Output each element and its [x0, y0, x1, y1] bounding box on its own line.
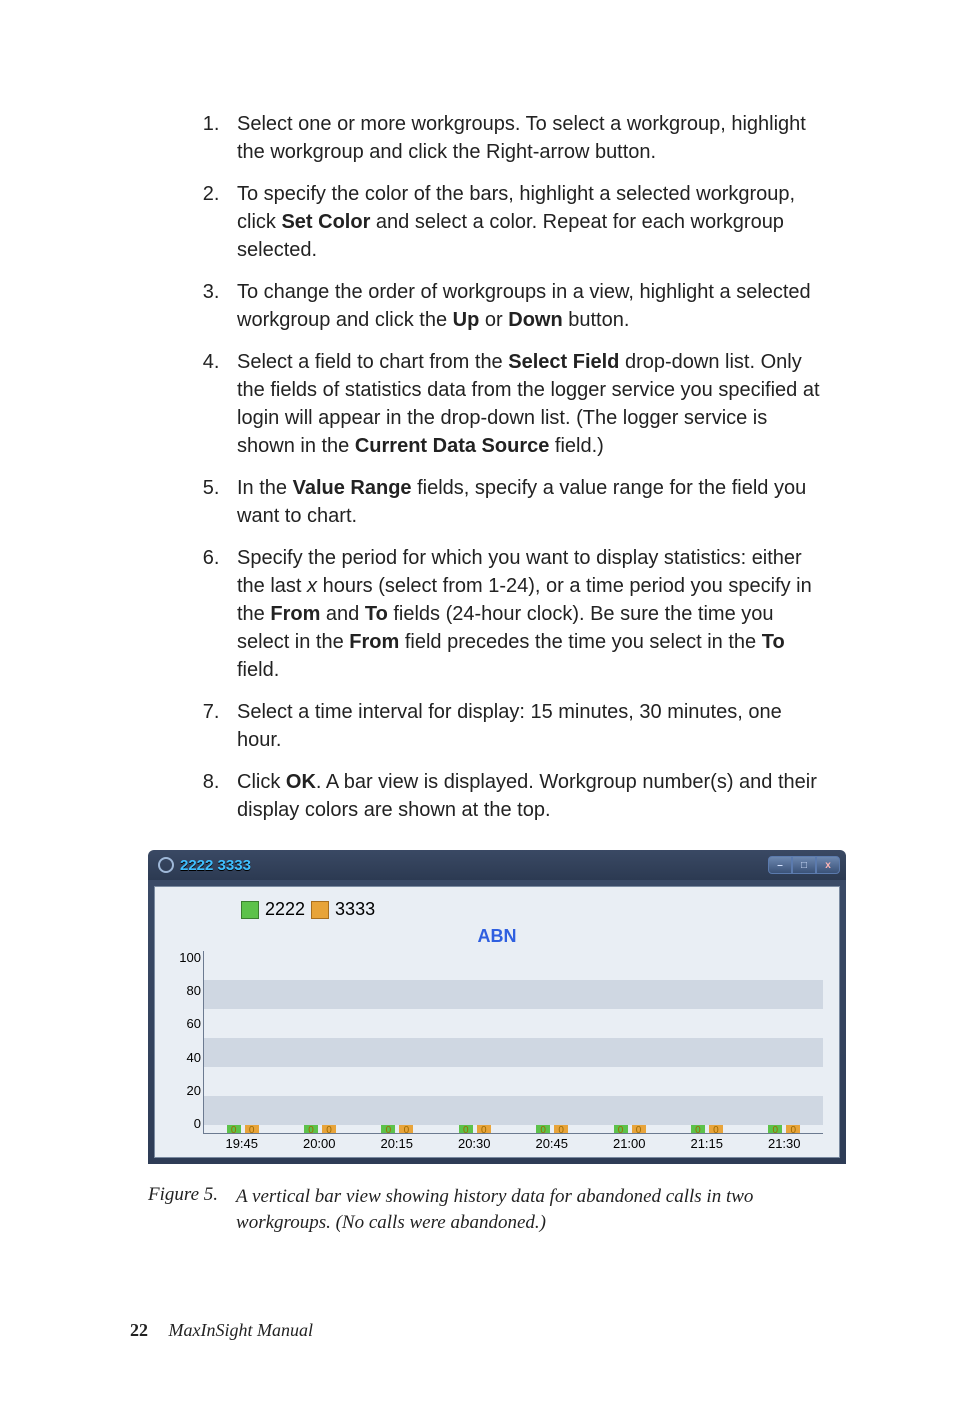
bar-b: 0: [477, 1125, 491, 1133]
bar-a: 0: [614, 1125, 628, 1133]
legend-label-a: 2222: [265, 899, 305, 920]
ytick: 0: [194, 1117, 201, 1131]
xtick: 20:30: [436, 1136, 514, 1151]
bar-a: 0: [768, 1125, 782, 1133]
window-control-group: – □ x: [768, 856, 840, 874]
xtick: 19:45: [203, 1136, 281, 1151]
bar-b: 0: [554, 1125, 568, 1133]
chart-panel: 2222 3333 ABN 100 80 60 40 20 0: [154, 886, 840, 1158]
figure-caption: Figure 5. A vertical bar view showing hi…: [148, 1184, 824, 1235]
ytick: 60: [187, 1017, 201, 1031]
titlebar[interactable]: 2222 3333 – □ x: [148, 850, 846, 880]
bar-b: 0: [322, 1125, 336, 1133]
page-footer: 22 MaxInSight Manual: [130, 1320, 313, 1341]
app-icon: [158, 857, 174, 873]
legend-label-b: 3333: [335, 899, 375, 920]
xtick: 20:00: [281, 1136, 359, 1151]
ytick: 100: [179, 951, 201, 965]
bar-a: 0: [691, 1125, 705, 1133]
bar-b: 0: [399, 1125, 413, 1133]
step-item: Select a field to chart from the Select …: [225, 348, 824, 460]
figure-label: Figure 5.: [148, 1184, 218, 1235]
maximize-button[interactable]: □: [792, 856, 816, 874]
xtick: 21:15: [668, 1136, 746, 1151]
chart-title: ABN: [163, 926, 831, 947]
step-item: Specify the period for which you want to…: [225, 544, 824, 684]
bar-b: 0: [709, 1125, 723, 1133]
legend-swatch-a: [241, 901, 259, 919]
page-number: 22: [130, 1320, 148, 1340]
plot-area: 00 00 00 00 00 00 00 00: [203, 951, 823, 1134]
ytick: 20: [187, 1084, 201, 1098]
ytick: 80: [187, 984, 201, 998]
window-title: 2222 3333: [180, 857, 251, 874]
screenshot-window: 2222 3333 – □ x 2222 3333 ABN 100: [148, 850, 846, 1164]
step-item: Select one or more workgroups. To select…: [225, 110, 824, 166]
step-item: To change the order of workgroups in a v…: [225, 278, 824, 334]
y-axis-ticks: 100 80 60 40 20 0: [167, 951, 201, 1131]
minimize-button[interactable]: –: [768, 856, 792, 874]
step-item: Click OK. A bar view is displayed. Workg…: [225, 768, 824, 824]
bar-a: 0: [227, 1125, 241, 1133]
x-axis-ticks: 19:45 20:00 20:15 20:30 20:45 21:00 21:1…: [203, 1136, 823, 1151]
legend: 2222 3333: [241, 899, 831, 920]
document-title: MaxInSight Manual: [169, 1320, 313, 1340]
step-item: Select a time interval for display: 15 m…: [225, 698, 824, 754]
ytick: 40: [187, 1051, 201, 1065]
legend-swatch-b: [311, 901, 329, 919]
bar-a: 0: [459, 1125, 473, 1133]
instruction-list: Select one or more workgroups. To select…: [130, 110, 824, 824]
bar-b: 0: [245, 1125, 259, 1133]
xtick: 21:30: [746, 1136, 824, 1151]
step-item: In the Value Range fields, specify a val…: [225, 474, 824, 530]
xtick: 20:15: [358, 1136, 436, 1151]
step-item: To specify the color of the bars, highli…: [225, 180, 824, 264]
xtick: 20:45: [513, 1136, 591, 1151]
xtick: 21:00: [591, 1136, 669, 1151]
figure-text: A vertical bar view showing history data…: [236, 1184, 796, 1235]
bar-b: 0: [632, 1125, 646, 1133]
bar-a: 0: [536, 1125, 550, 1133]
bars-row: 00 00 00 00 00 00 00 00: [204, 1121, 823, 1133]
close-button[interactable]: x: [816, 856, 840, 874]
bar-a: 0: [381, 1125, 395, 1133]
bar-b: 0: [786, 1125, 800, 1133]
bar-a: 0: [304, 1125, 318, 1133]
